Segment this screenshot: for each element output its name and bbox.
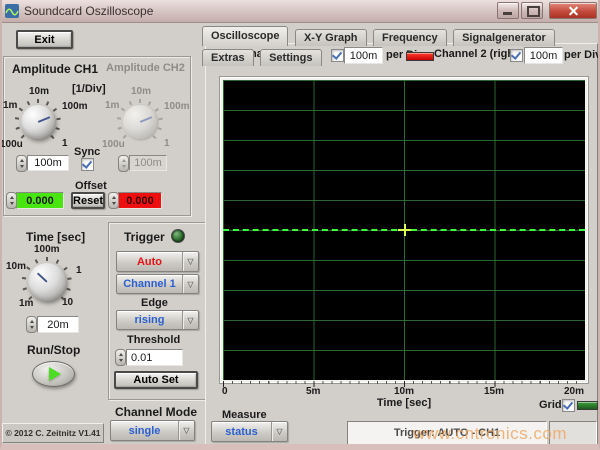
time-spinner[interactable]: [26, 316, 37, 333]
trigger-source-dropdown[interactable]: Channel 1 ▽: [116, 274, 199, 294]
chevron-down-icon: ▽: [182, 252, 198, 271]
trigger-led-icon: [171, 229, 185, 243]
time-title: Time [sec]: [26, 230, 85, 244]
offset-label: Offset: [75, 180, 107, 192]
threshold-value[interactable]: 0.01: [126, 349, 183, 366]
sync-label: Sync: [74, 146, 100, 158]
ch1-amplitude-value[interactable]: 100m: [27, 155, 69, 171]
tab-settings[interactable]: Settings: [260, 49, 321, 66]
x-tick-10m: 10m: [394, 386, 414, 397]
title-bar[interactable]: Soundcard Oszilloscope: [0, 0, 600, 23]
chevron-down-icon: ▽: [182, 311, 198, 329]
x-axis-label: Time [sec]: [223, 397, 585, 409]
grid-color-swatch: [577, 401, 598, 410]
app-window: Soundcard Oszilloscope Exit Amplitude CH…: [0, 0, 600, 450]
play-icon: [49, 367, 61, 381]
offset-ch2-value[interactable]: 0.000: [118, 192, 162, 209]
ch2-scale-1m: 1m: [105, 100, 119, 111]
ch2-scale-100m: 100m: [164, 101, 190, 112]
exit-button[interactable]: Exit: [16, 30, 73, 49]
x-tick-20m: 20m: [564, 386, 584, 397]
time-scale-1: 1: [76, 265, 82, 276]
time-value[interactable]: 20m: [37, 316, 79, 333]
ch2-scale-1: 1: [164, 138, 170, 149]
amplitude-ch1-knob[interactable]: [21, 105, 55, 139]
per-div-unit-label: [1/Div]: [72, 83, 106, 95]
auto-set-button[interactable]: Auto Set: [114, 371, 198, 389]
threshold-label: Threshold: [127, 334, 180, 346]
trigger-mode-dropdown[interactable]: Auto ▽: [116, 251, 199, 272]
ch2-knob-pointer: [140, 116, 153, 123]
maximize-button[interactable]: [521, 2, 543, 19]
channel-mode-label: Channel Mode: [115, 405, 197, 419]
minimize-button[interactable]: [497, 2, 519, 19]
offset-ch1-value[interactable]: 0.000: [16, 192, 64, 209]
chevron-down-icon: ▽: [178, 421, 194, 440]
ch2-amplitude-spinner: [118, 155, 129, 172]
ch1-knob-pointer: [38, 116, 51, 123]
time-scale-100m: 100m: [34, 244, 60, 255]
trigger-mode-value: Auto: [117, 252, 182, 271]
exit-label: Exit: [34, 34, 54, 46]
sync-checkbox[interactable]: [81, 158, 94, 171]
run-stop-button[interactable]: [32, 361, 75, 387]
trigger-title: Trigger: [124, 230, 165, 244]
trigger-edge-dropdown[interactable]: rising ▽: [116, 310, 199, 330]
grid-label: Grid: [539, 399, 562, 411]
amplitude-ch2-knob: [123, 105, 157, 139]
close-button[interactable]: [549, 2, 597, 19]
auto-set-label: Auto Set: [133, 374, 178, 386]
tab-extras[interactable]: Extras: [202, 49, 254, 66]
minimize-icon: [503, 12, 512, 15]
amplitude-ch2-title: Amplitude CH2: [106, 62, 185, 74]
maximize-icon: [527, 6, 540, 17]
tab-xy-graph[interactable]: X-Y Graph: [295, 29, 367, 46]
measure-label: Measure: [222, 409, 267, 421]
channel-mode-dropdown[interactable]: single ▽: [110, 420, 195, 441]
chevron-down-icon: ▽: [271, 422, 287, 441]
time-scale-1m: 1m: [19, 298, 33, 309]
x-tick-5m: 5m: [306, 386, 320, 397]
chevron-down-icon: ▽: [182, 275, 198, 293]
ch1-amplitude-spinner[interactable]: [16, 155, 27, 172]
x-tick-0: 0: [222, 386, 228, 397]
amplitude-ch1-title: Amplitude CH1: [12, 62, 98, 76]
x-tick-15m: 15m: [484, 386, 504, 397]
ch2-scale-10m: 10m: [131, 86, 151, 97]
measure-dropdown[interactable]: status ▽: [211, 421, 288, 442]
trigger-source-value: Channel 1: [117, 275, 182, 293]
copyright-bar: © 2012 C. Zeitnitz V1.41: [2, 423, 104, 443]
window-title: Soundcard Oszilloscope: [24, 4, 153, 18]
ch1-scale-1: 1: [62, 138, 68, 149]
run-stop-label: Run/Stop: [27, 343, 80, 357]
watermark: www.cntronics.com: [413, 424, 567, 444]
channel-mode-value: single: [111, 421, 178, 440]
tab-frequency[interactable]: Frequency: [373, 29, 447, 46]
trigger-edge-value: rising: [117, 311, 182, 329]
measure-value: status: [212, 422, 271, 441]
ch1-scale-10m: 10m: [29, 86, 49, 97]
app-icon: [5, 4, 19, 18]
tab-signalgenerator[interactable]: Signalgenerator: [453, 29, 555, 46]
threshold-spinner[interactable]: [115, 349, 126, 366]
ch1-scale-100u: 100u: [0, 139, 23, 150]
scope-plot-area[interactable]: [223, 80, 585, 380]
ch1-scale-100m: 100m: [62, 101, 88, 112]
time-scale-10m: 10m: [6, 261, 26, 272]
ch1-scale-1m: 1m: [3, 100, 17, 111]
time-knob[interactable]: [28, 263, 66, 301]
edge-label: Edge: [141, 297, 168, 309]
tab-strip: Oscilloscope X-Y Graph Frequency Signalg…: [202, 26, 600, 64]
reset-label: Reset: [73, 195, 103, 207]
ch2-amplitude-value: 100m: [129, 155, 167, 171]
grid-checkbox[interactable]: [562, 399, 575, 412]
offset-reset-button[interactable]: Reset: [71, 192, 105, 209]
ch2-scale-100u: 100u: [102, 139, 125, 150]
scope-cursor-icon[interactable]: [404, 224, 406, 236]
tab-oscilloscope[interactable]: Oscilloscope: [202, 26, 288, 46]
time-knob-pointer: [37, 272, 48, 282]
